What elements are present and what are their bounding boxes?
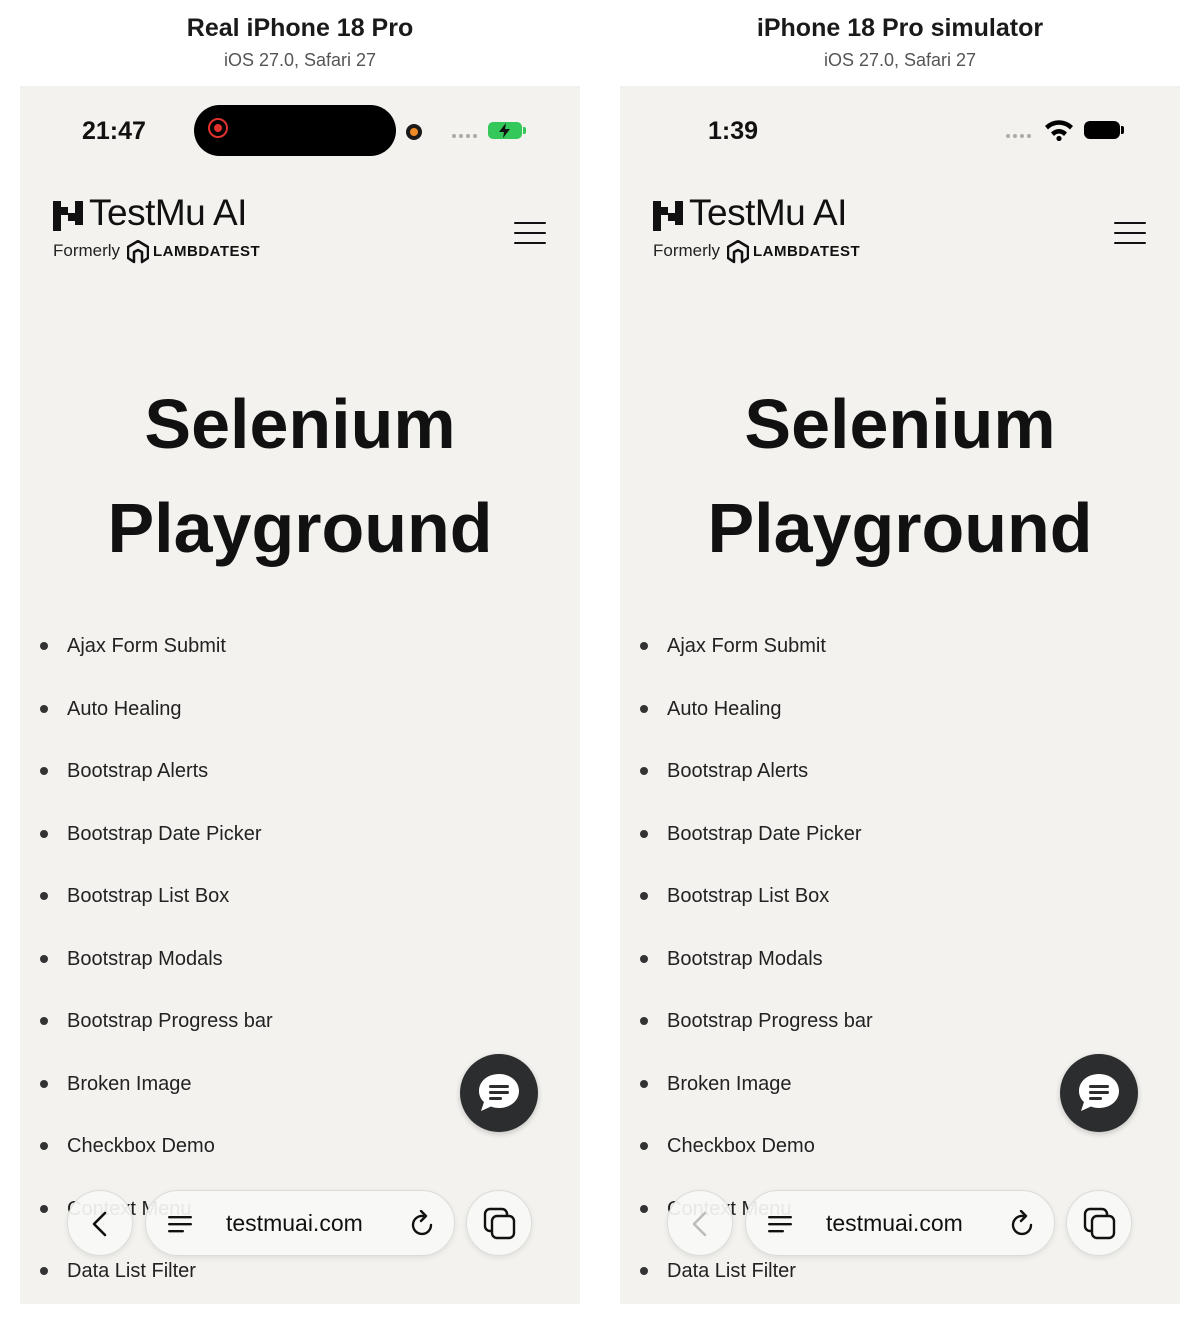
brand-name: TestMu AI	[89, 192, 247, 233]
url-domain[interactable]: testmuai.com	[226, 1191, 363, 1255]
list-item[interactable]: Broken Image	[640, 1056, 873, 1119]
testmu-logo-icon	[653, 201, 683, 231]
reload-icon[interactable]	[1010, 1210, 1036, 1238]
former-brand-name: LAMBDATEST	[153, 243, 261, 260]
lambdatest-logo-icon	[727, 240, 749, 264]
list-item[interactable]: Bootstrap List Box	[640, 868, 873, 931]
panel-title: iPhone 18 Pro simulator	[756, 14, 1044, 42]
list-item[interactable]: Bootstrap Modals	[40, 931, 273, 994]
tabs-button[interactable]	[466, 1190, 532, 1256]
back-button[interactable]	[67, 1190, 133, 1256]
page-title: Selenium Playground	[707, 385, 1093, 567]
tabs-button[interactable]	[1066, 1190, 1132, 1256]
testmu-logo-icon	[53, 201, 83, 231]
address-bar[interactable]: testmuai.com	[745, 1190, 1055, 1256]
chat-icon	[479, 1074, 519, 1111]
status-time: 21:47	[82, 117, 146, 145]
simulator-panel: iPhone 18 Pro simulator iOS 27.0, Safari…	[620, 0, 1180, 1334]
battery-charging-icon	[488, 122, 526, 139]
record-icon	[208, 118, 228, 138]
back-button[interactable]	[667, 1190, 733, 1256]
signal-dots-icon	[452, 134, 477, 138]
tabs-icon	[483, 1207, 516, 1240]
list-item[interactable]: Checkbox Demo	[40, 1118, 273, 1181]
list-item[interactable]: Bootstrap Date Picker	[640, 806, 873, 869]
back-chevron-icon	[92, 1211, 107, 1237]
list-item[interactable]: Bootstrap Progress bar	[640, 993, 873, 1056]
list-item[interactable]: Checkbox Demo	[640, 1118, 873, 1181]
list-item[interactable]: Broken Image	[40, 1056, 273, 1119]
chat-button[interactable]	[460, 1054, 538, 1132]
tabs-icon	[1083, 1207, 1116, 1240]
list-item[interactable]: Ajax Form Submit	[640, 618, 873, 681]
list-item[interactable]: Auto Healing	[640, 681, 873, 744]
phone-screen: 21:47 TestMu AI Formerly LAMBDATEST Sele…	[20, 86, 580, 1304]
chat-button[interactable]	[1060, 1054, 1138, 1132]
list-item[interactable]: Ajax Form Submit	[40, 618, 273, 681]
signal-dots-icon	[1006, 134, 1031, 138]
former-brand-name: LAMBDATEST	[753, 243, 861, 260]
panel-subtitle: iOS 27.0, Safari 27	[823, 50, 977, 70]
hamburger-icon[interactable]	[514, 220, 548, 246]
list-item[interactable]: Bootstrap Date Picker	[40, 806, 273, 869]
list-item[interactable]: Bootstrap Modals	[640, 931, 873, 994]
list-item[interactable]: Auto Healing	[40, 681, 273, 744]
dynamic-island	[194, 105, 396, 156]
hamburger-icon[interactable]	[1114, 220, 1148, 246]
list-item[interactable]: Bootstrap Progress bar	[40, 993, 273, 1056]
panel-subtitle: iOS 27.0, Safari 27	[223, 50, 377, 70]
formerly-label: Formerly	[53, 241, 121, 260]
phone-screen: 1:39 TestMu AI Formerly LAMBDATEST Selen…	[620, 86, 1180, 1304]
page-menu-icon[interactable]	[768, 1214, 792, 1234]
panel-title: Real iPhone 18 Pro	[186, 14, 414, 42]
lambdatest-logo-icon	[127, 240, 149, 264]
list-item[interactable]: Bootstrap Alerts	[40, 743, 273, 806]
camera-dot-icon	[406, 124, 422, 140]
real-device-panel: Real iPhone 18 Pro iOS 27.0, Safari 27 2…	[20, 0, 580, 1334]
page-title: Selenium Playground	[107, 385, 493, 567]
battery-icon	[1084, 121, 1124, 139]
chat-icon	[1079, 1074, 1119, 1111]
status-time: 1:39	[708, 117, 759, 145]
wifi-icon	[1045, 120, 1073, 141]
list-item[interactable]: Bootstrap Alerts	[640, 743, 873, 806]
list-item[interactable]: Bootstrap List Box	[40, 868, 273, 931]
back-chevron-icon	[692, 1211, 707, 1237]
reload-icon[interactable]	[410, 1210, 436, 1238]
url-domain[interactable]: testmuai.com	[826, 1191, 963, 1255]
brand-name: TestMu AI	[689, 192, 847, 233]
page-menu-icon[interactable]	[168, 1214, 192, 1234]
formerly-label: Formerly	[653, 241, 721, 260]
address-bar[interactable]: testmuai.com	[145, 1190, 455, 1256]
